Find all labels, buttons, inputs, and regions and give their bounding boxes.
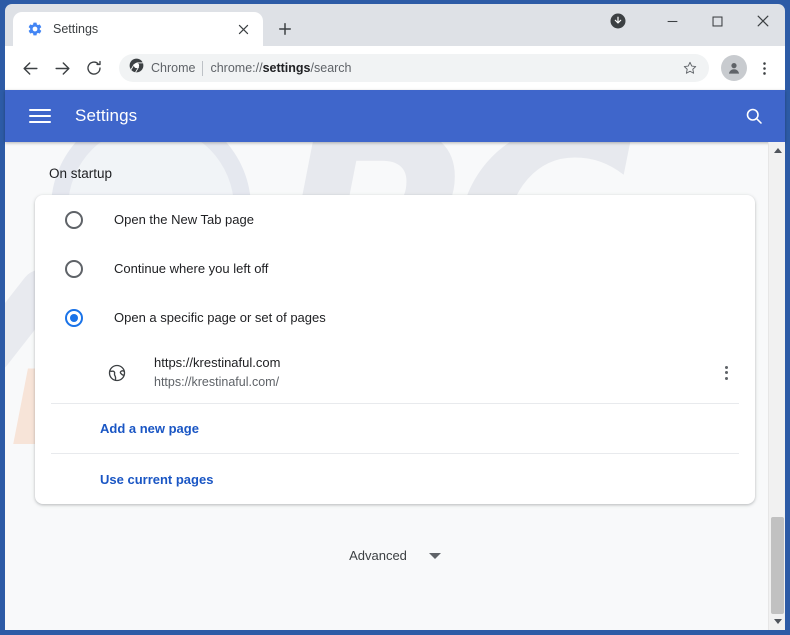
globe-icon: [107, 363, 127, 383]
window-controls: [604, 4, 785, 38]
page-title: Settings: [75, 106, 138, 125]
search-icon[interactable]: [741, 103, 767, 129]
url-prefix: chrome://: [210, 61, 263, 75]
add-new-page-row[interactable]: Add a new page: [51, 404, 739, 454]
profile-avatar[interactable]: [721, 55, 747, 81]
tab-title: Settings: [53, 22, 99, 36]
chrome-menu-icon[interactable]: [751, 53, 777, 83]
minimize-button[interactable]: [650, 4, 695, 38]
forward-icon[interactable]: [47, 53, 77, 83]
use-current-pages-link[interactable]: Use current pages: [100, 472, 213, 487]
settings-gear-icon: [27, 21, 43, 37]
scroll-up-arrow-icon[interactable]: [769, 142, 785, 159]
advanced-toggle[interactable]: Advanced: [35, 548, 755, 563]
radio-option-continue-where-left-off[interactable]: Continue where you left off: [51, 244, 739, 293]
address-bar[interactable]: Chrome chrome://settings/search: [119, 54, 709, 82]
download-badge-icon[interactable]: [604, 7, 632, 35]
reload-icon[interactable]: [79, 53, 109, 83]
startup-page-url: https://krestinaful.com/: [154, 374, 280, 389]
startup-page-row: https://krestinaful.com https://krestina…: [51, 342, 739, 404]
radio-option-specific-pages[interactable]: Open a specific page or set of pages: [51, 293, 739, 342]
radio-button-selected-icon[interactable]: [65, 308, 83, 327]
browser-window: Settings Chrome chrome://settings/search…: [0, 0, 790, 635]
browser-tab-settings[interactable]: Settings: [13, 12, 263, 46]
radio-option-label: Open a specific page or set of pages: [114, 310, 326, 325]
settings-content: PC risk.com On startup Open the New Tab …: [5, 142, 785, 630]
add-new-page-link[interactable]: Add a new page: [100, 421, 199, 436]
omnibox-separator: [202, 60, 204, 76]
omnibox-url[interactable]: chrome://settings/search: [210, 61, 670, 75]
url-suffix: /search: [310, 61, 352, 75]
chevron-down-icon[interactable]: [428, 552, 441, 559]
startup-page-title: https://krestinaful.com: [154, 355, 281, 371]
section-title-on-startup: On startup: [49, 166, 113, 181]
scrollbar-thumb[interactable]: [771, 517, 784, 614]
radio-option-label: Open the New Tab page: [114, 212, 254, 227]
close-window-button[interactable]: [740, 4, 785, 38]
startup-page-text: https://krestinaful.com https://krestina…: [154, 354, 713, 391]
radio-button-icon[interactable]: [65, 210, 83, 229]
url-host: settings: [262, 61, 311, 75]
settings-app-bar: Settings: [5, 90, 785, 142]
scroll-down-arrow-icon[interactable]: [769, 613, 785, 630]
back-icon[interactable]: [15, 53, 45, 83]
on-startup-card: Open the New Tab page Continue where you…: [35, 195, 755, 504]
use-current-pages-row[interactable]: Use current pages: [51, 454, 739, 504]
new-tab-button[interactable]: [271, 15, 299, 43]
page-viewport: Settings PC risk.com On startup: [5, 90, 785, 630]
more-actions-icon[interactable]: [713, 360, 739, 386]
browser-toolbar: Chrome chrome://settings/search: [5, 46, 785, 90]
vertical-scrollbar[interactable]: [768, 142, 785, 630]
chrome-logo-icon: [129, 58, 144, 78]
maximize-button[interactable]: [695, 4, 740, 38]
bookmark-star-icon[interactable]: [677, 55, 703, 81]
omnibox-chip: Chrome: [129, 58, 195, 78]
settings-page-inner: On startup Open the New Tab page Continu…: [5, 142, 785, 563]
hamburger-menu-icon[interactable]: [29, 105, 51, 127]
radio-button-icon[interactable]: [65, 259, 83, 278]
tab-strip: Settings: [5, 4, 785, 46]
radio-option-label: Continue where you left off: [114, 261, 269, 276]
advanced-label: Advanced: [349, 548, 407, 563]
omnibox-chip-label: Chrome: [151, 61, 196, 75]
close-icon[interactable]: [233, 19, 253, 39]
radio-option-new-tab-page[interactable]: Open the New Tab page: [51, 195, 739, 244]
